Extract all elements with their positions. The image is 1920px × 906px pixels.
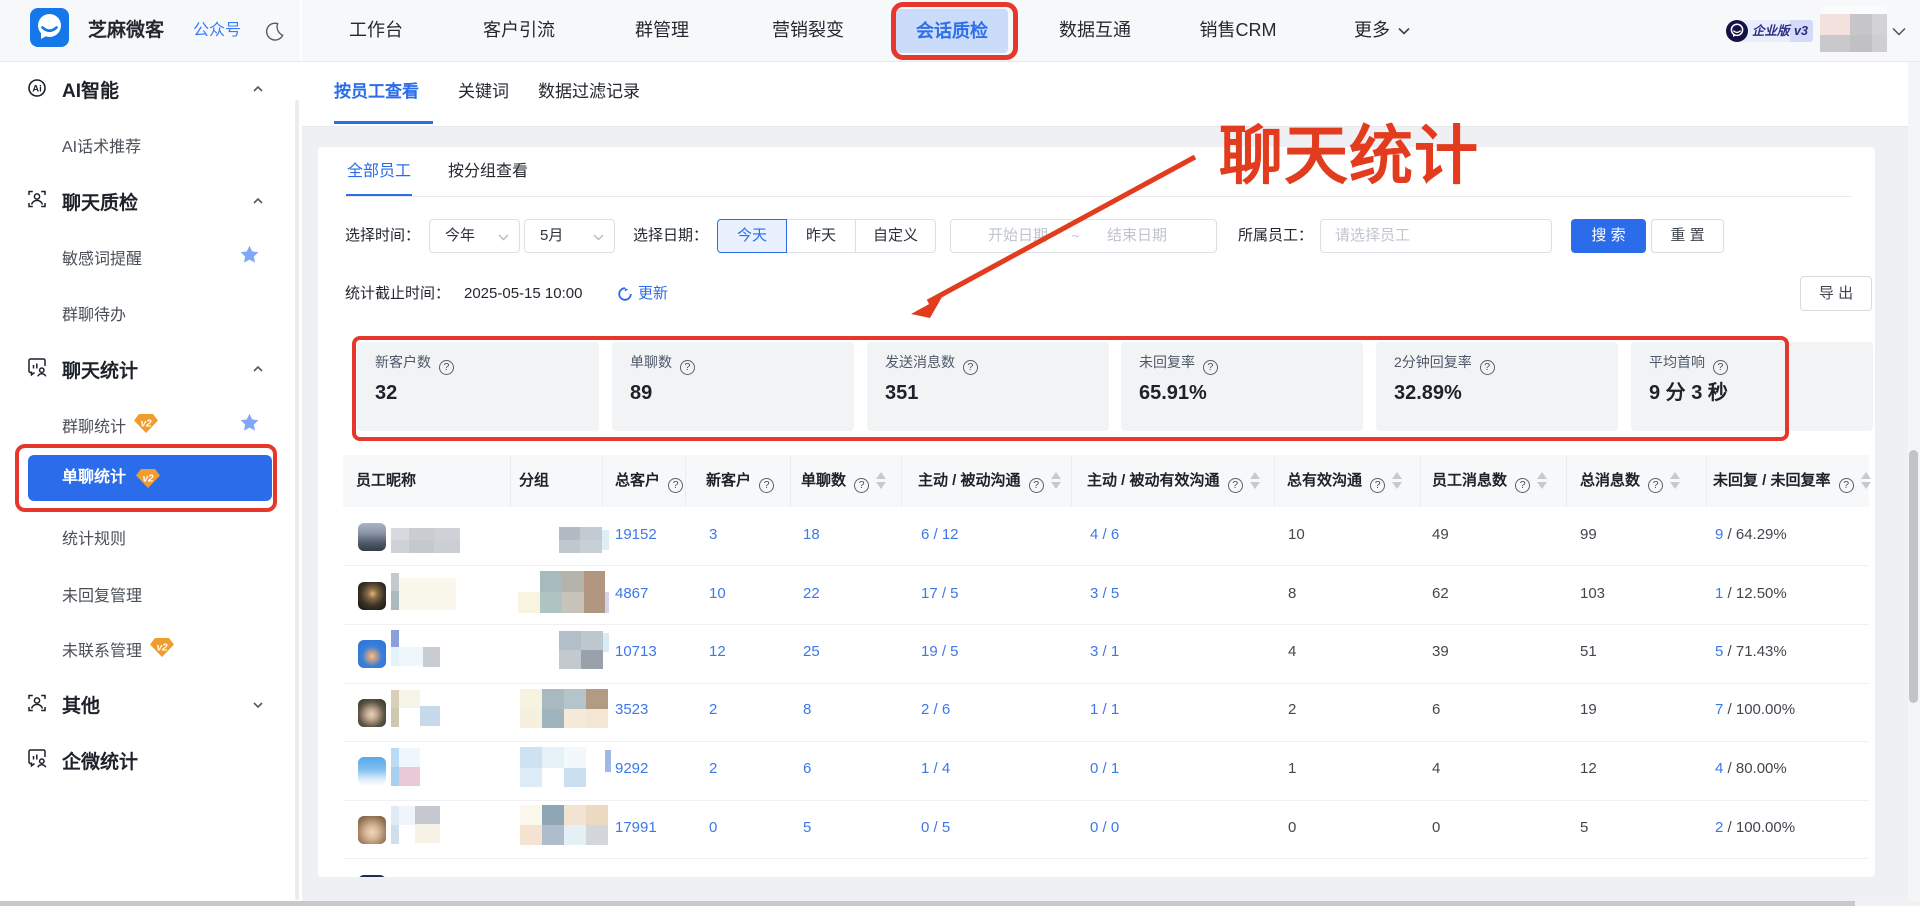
svg-text:v2: v2 xyxy=(140,419,152,430)
svg-text:v2: v2 xyxy=(156,643,168,654)
svg-text:Ai: Ai xyxy=(32,84,42,95)
